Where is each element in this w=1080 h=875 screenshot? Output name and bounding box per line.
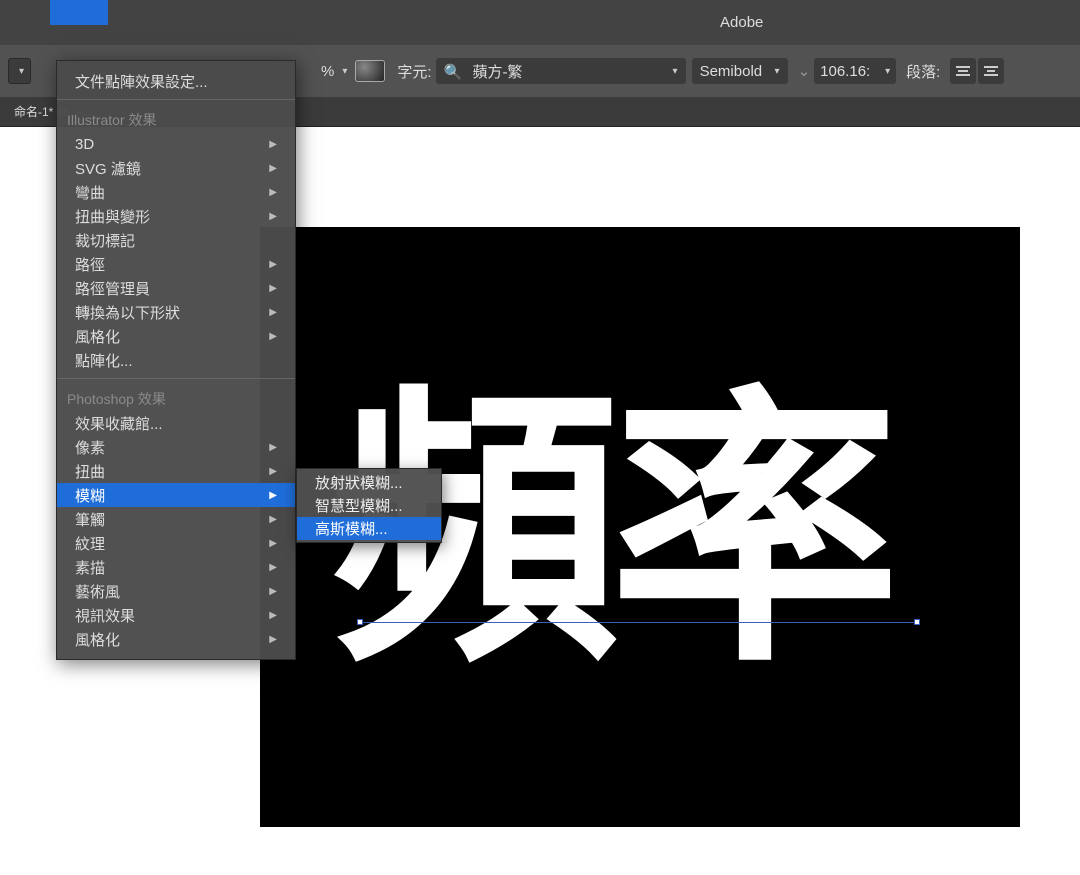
app-name: Adobe [720, 14, 763, 31]
menu-item[interactable]: 點陣化... [57, 348, 295, 372]
submenu-arrow-icon: ▶ [269, 466, 277, 477]
menu-item[interactable]: 筆觸 ▶ [57, 507, 295, 531]
font-name-value: 蘋方-繁 [472, 64, 522, 81]
font-size-input[interactable]: 106.16: ▾ [814, 58, 896, 84]
submenu-arrow-icon: ▶ [269, 490, 277, 501]
character-label: 字元: [397, 61, 431, 82]
submenu-arrow-icon: ▶ [269, 163, 277, 174]
submenu-arrow-icon: ▶ [269, 610, 277, 621]
submenu-arrow-icon: ▶ [269, 538, 277, 549]
menu-item[interactable]: 路徑 ▶ [57, 252, 295, 276]
submenu-arrow-icon: ▶ [269, 586, 277, 597]
submenu-item-label: 高斯模糊... [315, 518, 388, 539]
submenu-item[interactable]: 高斯模糊... [297, 517, 441, 540]
blur-submenu: 放射狀模糊...智慧型模糊...高斯模糊... [296, 468, 442, 543]
menu-item-label: 風格化 [75, 326, 120, 347]
menu-item[interactable]: 裁切標記 [57, 228, 295, 252]
align-center-button[interactable] [978, 58, 1004, 84]
menu-item[interactable]: 素描 ▶ [57, 555, 295, 579]
selection-handle[interactable] [914, 619, 920, 625]
menu-item-label: 效果收藏館... [75, 413, 163, 434]
menu-item-label: 模糊 [75, 485, 105, 506]
menu-item-label: 風格化 [75, 629, 120, 650]
submenu-item[interactable]: 放射狀模糊... [297, 471, 441, 494]
submenu-arrow-icon: ▶ [269, 307, 277, 318]
effects-menu: 文件點陣效果設定... Illustrator 效果 3D ▶ SVG 濾鏡 ▶ 彎曲 ▶… [56, 60, 296, 660]
chevron-down-icon: ▾ [673, 66, 678, 77]
submenu-arrow-icon: ▶ [269, 331, 277, 342]
menu-item-label: 扭曲與變形 [75, 206, 150, 227]
search-icon: 🔍 [444, 64, 463, 81]
paragraph-label: 段落: [906, 61, 940, 82]
font-size-value: 106.16: [820, 63, 870, 80]
submenu-arrow-icon: ▶ [269, 211, 277, 222]
menu-item-label: 紋理 [75, 533, 105, 554]
menu-item-label: 視訊效果 [75, 605, 135, 626]
menu-item[interactable]: 3D ▶ [57, 132, 295, 156]
character-style-dropdown[interactable]: ▾ [8, 58, 31, 84]
align-left-button[interactable] [950, 58, 976, 84]
menu-item[interactable]: 像素 ▶ [57, 435, 295, 459]
submenu-arrow-icon: ▶ [269, 187, 277, 198]
chevron-down-icon: ▾ [775, 66, 780, 77]
chevron-down-icon: ▾ [19, 66, 24, 77]
menu-section-illustrator: Illustrator 效果 [57, 106, 295, 132]
menu-item[interactable]: 扭曲 ▶ [57, 459, 295, 483]
submenu-arrow-icon: ▶ [269, 259, 277, 270]
submenu-item-label: 放射狀模糊... [315, 472, 403, 493]
submenu-arrow-icon: ▶ [269, 283, 277, 294]
chevron-down-icon[interactable]: ▾ [342, 66, 347, 77]
menu-item-label: 彎曲 [75, 182, 105, 203]
font-weight-select[interactable]: Semibold ▾ [692, 58, 788, 84]
menu-item[interactable]: 風格化 ▶ [57, 627, 295, 651]
menu-section-photoshop: Photoshop 效果 [57, 385, 295, 411]
fill-swatch[interactable] [355, 60, 385, 82]
menu-item-label: 點陣化... [75, 350, 133, 371]
submenu-item[interactable]: 智慧型模糊... [297, 494, 441, 517]
menu-item[interactable]: 紋理 ▶ [57, 531, 295, 555]
menu-item[interactable]: 路徑管理員 ▶ [57, 276, 295, 300]
menu-separator [57, 99, 295, 100]
menu-item[interactable]: 扭曲與變形 ▶ [57, 204, 295, 228]
chevron-down-icon: ▾ [885, 66, 890, 77]
font-size-caret: ⌄ [798, 62, 811, 80]
font-family-select[interactable]: 🔍 蘋方-繁 ▾ [436, 58, 686, 84]
menu-item-label: 路徑 [75, 254, 105, 275]
menu-item-label: 像素 [75, 437, 105, 458]
title-bar: Adobe [0, 0, 1080, 45]
menu-item-label: 路徑管理員 [75, 278, 150, 299]
submenu-arrow-icon: ▶ [269, 562, 277, 573]
menu-item[interactable]: 模糊 ▶ [57, 483, 295, 507]
menu-item-label: SVG 濾鏡 [75, 158, 141, 179]
percent-label: % [321, 63, 334, 80]
submenu-arrow-icon: ▶ [269, 634, 277, 645]
submenu-arrow-icon: ▶ [269, 514, 277, 525]
menu-item[interactable]: 視訊效果 ▶ [57, 603, 295, 627]
menu-bar-active-item[interactable] [50, 0, 108, 25]
selection-handle[interactable] [357, 619, 363, 625]
menu-item[interactable]: 藝術風 ▶ [57, 579, 295, 603]
menu-item-raster-settings[interactable]: 文件點陣效果設定... [57, 69, 295, 93]
text-baseline-indicator [360, 622, 915, 623]
menu-item-label: 筆觸 [75, 509, 105, 530]
menu-item-label: 素描 [75, 557, 105, 578]
menu-item-label: 3D [75, 136, 94, 153]
menu-item[interactable]: 風格化 ▶ [57, 324, 295, 348]
menu-item-label: 裁切標記 [75, 230, 135, 251]
submenu-item-label: 智慧型模糊... [315, 495, 403, 516]
menu-item[interactable]: 彎曲 ▶ [57, 180, 295, 204]
font-weight-value: Semibold [700, 63, 763, 80]
menu-item-label: 扭曲 [75, 461, 105, 482]
submenu-arrow-icon: ▶ [269, 442, 277, 453]
menu-item[interactable]: 效果收藏館... [57, 411, 295, 435]
submenu-arrow-icon: ▶ [269, 139, 277, 150]
menu-separator [57, 378, 295, 379]
menu-item-label: 藝術風 [75, 581, 120, 602]
menu-item[interactable]: SVG 濾鏡 ▶ [57, 156, 295, 180]
menu-item-label: 轉換為以下形狀 [75, 302, 180, 323]
menu-item[interactable]: 轉換為以下形狀 ▶ [57, 300, 295, 324]
